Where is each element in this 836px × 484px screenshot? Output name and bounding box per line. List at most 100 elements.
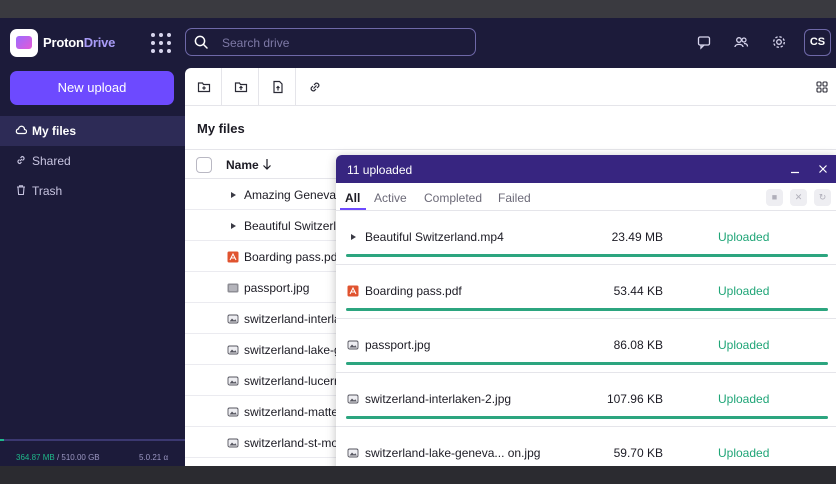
sidebar-item-label: Trash xyxy=(32,184,63,198)
file-name: Boarding pass.pdf xyxy=(244,250,341,264)
select-all-checkbox[interactable] xyxy=(196,157,212,173)
image-icon xyxy=(347,338,359,356)
transfer-progress-fill xyxy=(346,362,828,365)
link-icon xyxy=(310,82,320,92)
settings-gear-icon[interactable] xyxy=(771,34,787,50)
transfer-file-name: passport.jpg xyxy=(365,338,431,352)
storage-total: / 510.00 GB xyxy=(56,453,100,462)
sort-arrow-down-icon[interactable] xyxy=(262,158,272,170)
sidebar-item-label: My files xyxy=(32,124,77,138)
image-icon xyxy=(227,374,239,392)
tab-active[interactable]: Active xyxy=(374,191,407,205)
transfer-progress-fill xyxy=(346,254,828,257)
transfer-file-name: Beautiful Switzerland.mp4 xyxy=(365,230,504,244)
proton-drive-logo[interactable] xyxy=(10,29,38,57)
transfer-file-name: switzerland-interlaken-2.jpg xyxy=(365,392,512,406)
transfer-progress-bar xyxy=(346,308,828,311)
file-name: switzerland-lucerr xyxy=(244,374,339,388)
image-icon xyxy=(227,405,239,423)
link-icon xyxy=(17,155,25,165)
tab-all[interactable]: All xyxy=(345,191,360,205)
apps-grid-icon[interactable] xyxy=(151,33,171,53)
trash-icon xyxy=(17,185,25,196)
file-upload-icon xyxy=(273,80,283,94)
transfer-progress-fill xyxy=(346,308,828,311)
transfer-progress-bar xyxy=(346,254,828,257)
screen-bottom-edge xyxy=(0,466,836,484)
proton-drive-app: ProtonDrive CS New upload My files xyxy=(0,18,836,484)
transfer-manager-header: 11 uploaded xyxy=(336,155,836,183)
sidebar-item-shared[interactable]: Shared xyxy=(0,146,185,176)
minimize-icon[interactable] xyxy=(790,164,800,174)
transfer-summary: 11 uploaded xyxy=(347,163,413,177)
new-upload-button[interactable]: New upload xyxy=(10,71,174,105)
tab-failed[interactable]: Failed xyxy=(498,191,531,205)
file-name: switzerland-interla xyxy=(244,312,341,326)
storage-progress-fill xyxy=(0,439,4,441)
search-box[interactable] xyxy=(185,28,476,56)
upload-file-button[interactable] xyxy=(259,68,296,106)
new-folder-button[interactable] xyxy=(185,68,222,106)
pause-all-button[interactable]: ■ xyxy=(766,189,783,206)
image-icon xyxy=(227,312,239,330)
image-icon xyxy=(227,436,239,454)
transfer-row[interactable]: switzerland-interlaken-2.jpg 107.96 KB Upl… xyxy=(336,373,836,427)
transfer-status: Uploaded xyxy=(718,338,770,352)
transfer-status: Uploaded xyxy=(718,284,770,298)
sidebar-item-trash[interactable]: Trash xyxy=(0,176,185,206)
file-name: switzerland-lake-g xyxy=(244,343,341,357)
pdf-icon xyxy=(347,284,359,302)
transfer-file-size: 86.08 KB xyxy=(613,338,663,352)
video-icon xyxy=(347,230,359,248)
transfer-tabs: All Active Completed Failed ■ ✕ ↻ xyxy=(336,183,836,211)
storage-usage: 364.87 MB / 510.00 GB xyxy=(16,453,100,462)
contacts-icon[interactable] xyxy=(733,34,749,50)
retry-all-button[interactable]: ↻ xyxy=(814,189,831,206)
upload-folder-button[interactable] xyxy=(222,68,259,106)
transfer-file-size: 53.44 KB xyxy=(613,284,663,298)
cloud-icon xyxy=(15,125,27,135)
transfer-status: Uploaded xyxy=(718,230,770,244)
image-icon xyxy=(347,446,359,464)
column-header-name[interactable]: Name xyxy=(226,158,259,172)
page-title: My files xyxy=(197,121,245,136)
sidebar-item-my-files[interactable]: My files xyxy=(0,116,185,146)
transfer-file-name: Boarding pass.pdf xyxy=(365,284,462,298)
storage-used: 364.87 MB xyxy=(16,453,55,462)
cancel-all-button[interactable]: ✕ xyxy=(790,189,807,206)
transfer-status: Uploaded xyxy=(718,446,770,460)
file-name: Beautiful Switzerla xyxy=(244,219,343,233)
image-thumb-icon xyxy=(227,281,239,299)
file-name: passport.jpg xyxy=(244,281,310,295)
transfer-row[interactable]: passport.jpg 86.08 KB Uploaded xyxy=(336,319,836,373)
video-icon xyxy=(227,188,239,206)
transfer-progress-fill xyxy=(346,416,828,419)
transfer-file-size: 107.96 KB xyxy=(606,392,663,406)
drive-folder-icon xyxy=(16,36,32,49)
user-avatar[interactable]: CS xyxy=(804,29,831,56)
brand-name-product: Drive xyxy=(83,35,116,50)
close-icon[interactable] xyxy=(818,164,828,174)
sidebar-item-label: Shared xyxy=(32,154,71,168)
tab-completed[interactable]: Completed xyxy=(424,191,482,205)
app-version: 5.0.21 α xyxy=(139,453,169,462)
transfer-progress-bar xyxy=(346,416,828,419)
feedback-icon[interactable] xyxy=(696,34,712,50)
grid-view-icon[interactable] xyxy=(816,81,828,93)
file-name: Amazing Geneva.m xyxy=(244,188,350,202)
transfer-progress-bar xyxy=(346,362,828,365)
transfer-row[interactable]: Boarding pass.pdf 53.44 KB Uploaded xyxy=(336,265,836,319)
share-link-button[interactable] xyxy=(296,68,333,106)
pdf-icon xyxy=(227,250,239,268)
active-tab-indicator xyxy=(340,208,366,210)
screen-top-edge xyxy=(0,0,836,18)
toolbar xyxy=(185,68,836,106)
transfer-row[interactable]: Beautiful Switzerland.mp4 23.49 MB Uploade… xyxy=(336,211,836,265)
brand-name: ProtonDrive xyxy=(43,35,115,50)
transfer-file-name: switzerland-lake-geneva... on.jpg xyxy=(365,446,541,460)
file-name: switzerland-st-mo xyxy=(244,436,339,450)
transfer-manager: 11 uploaded All Active Completed Failed … xyxy=(336,155,836,484)
image-icon xyxy=(347,392,359,410)
transfer-status: Uploaded xyxy=(718,392,770,406)
search-input[interactable] xyxy=(222,35,462,51)
